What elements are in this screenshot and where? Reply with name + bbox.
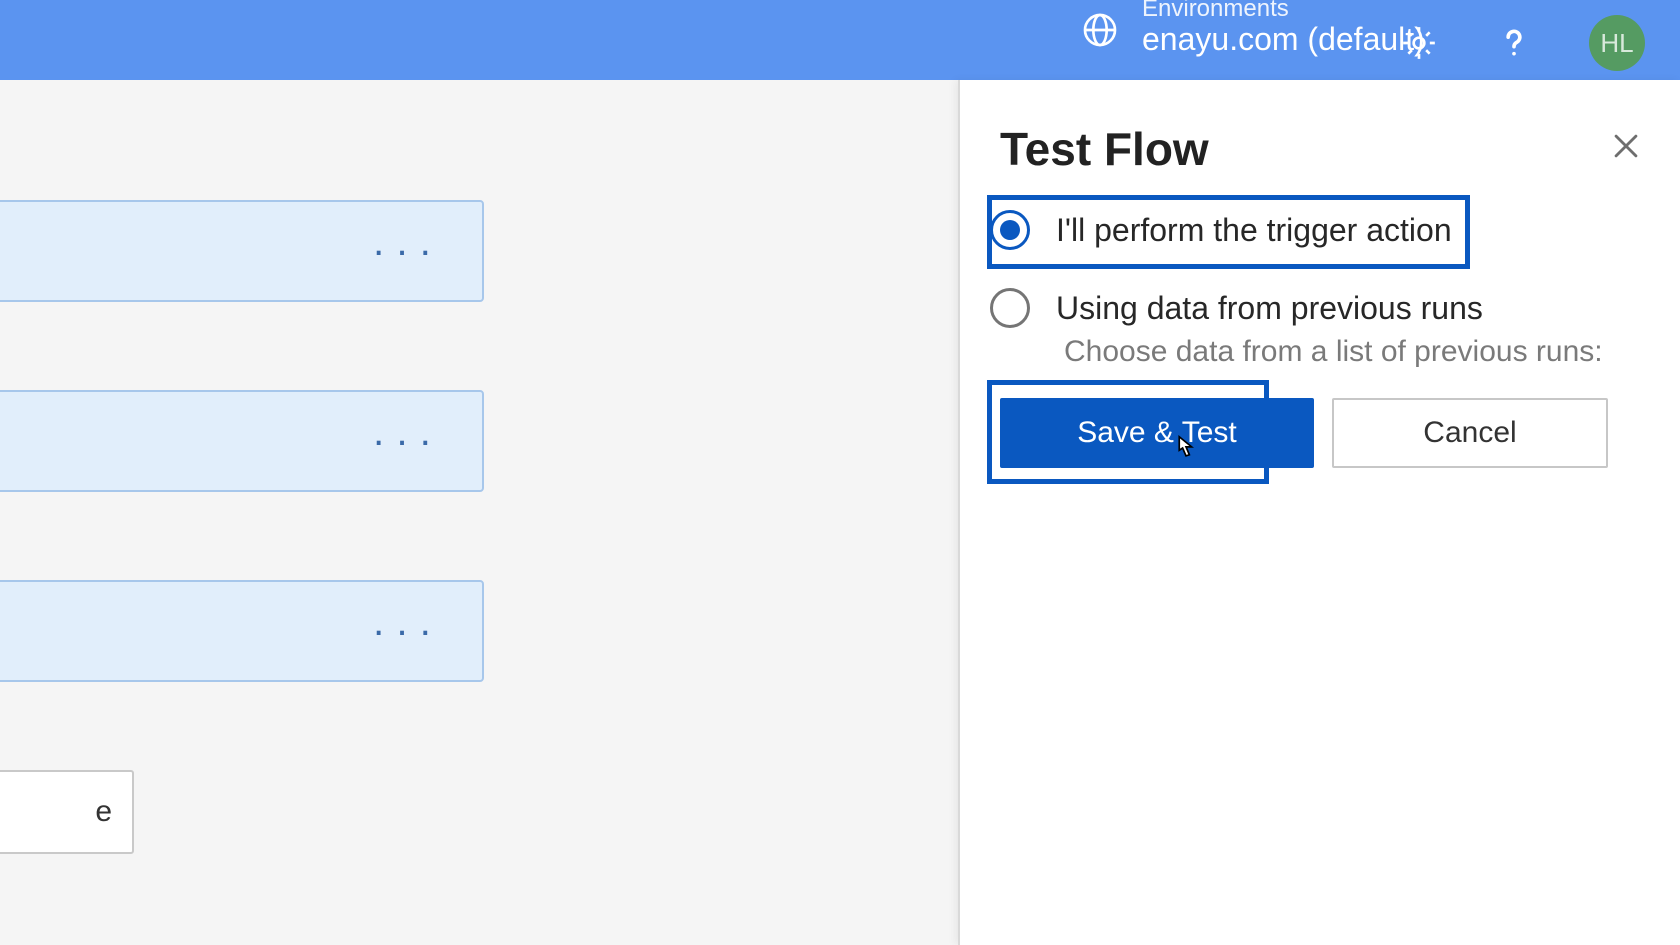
avatar-initials: HL xyxy=(1600,28,1633,59)
close-icon[interactable] xyxy=(1604,124,1648,168)
avatar[interactable]: HL xyxy=(1589,15,1645,71)
test-flow-panel: Test Flow I'll perform the trigger actio… xyxy=(958,80,1680,945)
environment-label: Environments xyxy=(1142,0,1425,22)
more-icon[interactable]: ··· xyxy=(372,419,442,464)
flow-canvas: ··· ··· ··· e xyxy=(0,80,960,945)
cancel-button[interactable]: Cancel xyxy=(1332,398,1608,468)
radio-label: I'll perform the trigger action xyxy=(1056,212,1452,249)
radio-selected-icon xyxy=(990,210,1030,250)
environment-name: enayu.com (default) xyxy=(1142,22,1425,57)
gear-icon[interactable] xyxy=(1399,23,1439,63)
radio-option-previous[interactable]: Using data from previous runs xyxy=(990,288,1483,328)
button-label: Save & Test xyxy=(1077,416,1237,450)
radio-label: Using data from previous runs xyxy=(1056,290,1483,327)
radio-option-manual[interactable]: I'll perform the trigger action xyxy=(990,210,1452,250)
more-icon[interactable]: ··· xyxy=(372,609,442,654)
environment-picker[interactable]: Environments enayu.com (default) xyxy=(1080,2,1425,58)
button-label: Cancel xyxy=(1423,416,1516,450)
radio-subtext: Choose data from a list of previous runs… xyxy=(1064,335,1603,369)
save-and-test-button[interactable]: Save & Test xyxy=(1000,398,1314,468)
help-icon[interactable] xyxy=(1494,23,1534,63)
flow-step-card[interactable]: ··· xyxy=(0,390,484,492)
globe-icon xyxy=(1080,10,1120,50)
flow-step-card[interactable]: ··· xyxy=(0,580,484,682)
new-step-button[interactable]: e xyxy=(0,770,134,854)
radio-unselected-icon xyxy=(990,288,1030,328)
new-step-label: e xyxy=(95,795,112,829)
flow-step-card[interactable]: ··· xyxy=(0,200,484,302)
panel-title: Test Flow xyxy=(1000,122,1209,176)
app-header: Environments enayu.com (default) HL xyxy=(0,0,1680,80)
more-icon[interactable]: ··· xyxy=(372,229,442,274)
environment-text: Environments enayu.com (default) xyxy=(1142,2,1425,58)
